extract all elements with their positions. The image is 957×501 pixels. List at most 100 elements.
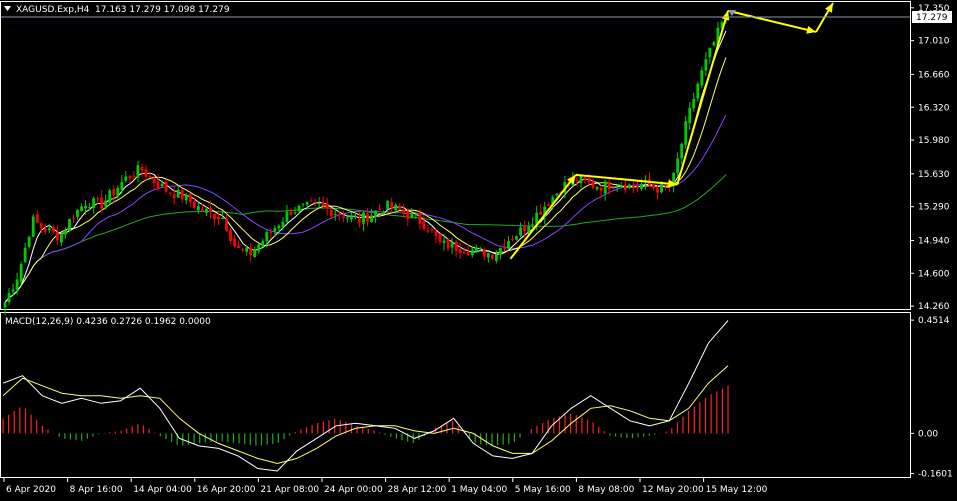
- candle-body: [43, 228, 47, 232]
- candle-body: [482, 249, 486, 257]
- candle-body: [132, 175, 136, 177]
- candle-body: [398, 206, 402, 210]
- ma-slow-line: [4, 114, 727, 303]
- forecast-segment: [727, 9, 817, 33]
- candle-body: [627, 184, 631, 188]
- time-tick-label: 21 Apr 08:00: [260, 485, 319, 495]
- time-tick-label: 1 May 04:00: [451, 485, 507, 495]
- symbol-info: XAGUSD.Exp,H4 17.163 17.279 17.098 17.27…: [16, 5, 230, 15]
- candle-body: [358, 218, 361, 223]
- candle-body: [59, 233, 63, 243]
- candle-body: [486, 253, 490, 258]
- candle-body: [180, 190, 184, 200]
- candle-body: [309, 200, 313, 202]
- time-tick-label: 8 May 08:00: [578, 485, 634, 495]
- candle-body: [523, 226, 527, 232]
- candle-body: [366, 213, 369, 222]
- candle-body: [454, 241, 458, 251]
- candle-body: [112, 189, 116, 195]
- candle-body: [273, 228, 277, 232]
- chart-canvas[interactable]: 17.35017.01016.66016.32015.98015.63015.2…: [0, 0, 957, 497]
- candle-body: [382, 211, 386, 213]
- candle-body: [297, 205, 301, 212]
- candle-body: [325, 203, 329, 209]
- candle-body: [406, 210, 410, 219]
- candle-body: [430, 229, 434, 231]
- candle-body: [386, 200, 390, 210]
- price-panel-frame: [0, 1, 911, 310]
- candle-body: [652, 184, 655, 188]
- candle-body: [450, 242, 454, 248]
- candle-body: [684, 121, 688, 145]
- candle-body: [76, 209, 79, 217]
- candle-body: [19, 264, 23, 282]
- candle-body: [116, 187, 120, 196]
- candle-body: [680, 143, 684, 159]
- candle-body: [607, 182, 611, 190]
- candle-body: [321, 202, 325, 206]
- time-tick-label: 16 Apr 20:00: [197, 485, 256, 495]
- current-price-label: 17.279: [916, 13, 948, 23]
- candlestick-series: [3, 13, 728, 315]
- candle-body: [47, 228, 51, 230]
- candle-body: [494, 254, 498, 261]
- candle-body: [374, 210, 377, 218]
- candle-body: [152, 178, 156, 183]
- candle-body: [378, 208, 382, 210]
- candle-body: [402, 209, 406, 214]
- candle-body: [35, 214, 39, 223]
- candle-body: [100, 197, 104, 209]
- candle-body: [390, 201, 394, 209]
- candle-body: [196, 206, 200, 211]
- candle-body: [140, 166, 144, 171]
- candle-body: [15, 279, 19, 290]
- candle-body: [664, 184, 667, 186]
- trading-chart[interactable]: 17.350 17.010 16.660 16.320 15.980 15.630 15.2…: [0, 0, 957, 497]
- candle-body: [458, 249, 462, 253]
- forecast-segment: [575, 173, 678, 186]
- candle-body: [499, 248, 502, 255]
- candle-body: [539, 211, 543, 215]
- candle-body: [172, 194, 176, 199]
- candle-body: [490, 254, 494, 259]
- candle-body: [623, 184, 627, 190]
- candle-body: [700, 70, 704, 86]
- macd-tick-label: -0.1601: [918, 470, 953, 480]
- forecast-segment: [509, 174, 577, 260]
- candle-body: [221, 217, 224, 219]
- candle-body: [204, 208, 208, 213]
- candle-body: [120, 182, 124, 190]
- candle-body: [555, 193, 559, 196]
- candle-body: [507, 241, 510, 249]
- triangle-down-icon[interactable]: [4, 6, 11, 11]
- candle-body: [72, 217, 75, 219]
- candle-body: [426, 230, 430, 232]
- candle-body: [176, 189, 180, 198]
- forecast-arrows: [509, 2, 834, 260]
- arrow-head-icon: [721, 10, 730, 21]
- candle-body: [676, 158, 680, 173]
- macd-main-line: [2, 320, 729, 472]
- price-tick-label: 16.660: [918, 70, 950, 80]
- candle-body: [51, 226, 55, 232]
- candle-body: [527, 226, 531, 232]
- candle-body: [241, 249, 245, 251]
- macd-signal-line: [2, 365, 729, 465]
- candle-body: [237, 245, 241, 248]
- candle-body: [289, 211, 293, 215]
- candle-body: [639, 184, 643, 189]
- candle-body: [128, 176, 132, 178]
- time-axis: 6 Apr 2020 8 Apr 16:00 14 Apr 04:00 16 Apr …: [3, 478, 768, 495]
- candle-body: [349, 215, 353, 220]
- candle-body: [188, 194, 192, 203]
- candle-body: [354, 216, 357, 218]
- time-tick-label: 24 Apr 00:00: [324, 485, 383, 495]
- candle-body: [422, 221, 426, 229]
- candle-body: [7, 292, 11, 303]
- macd-histogram: [2, 385, 729, 446]
- candle-body: [27, 236, 31, 247]
- candle-body: [692, 98, 696, 109]
- candle-body: [394, 204, 398, 211]
- price-tick-label: 15.290: [918, 203, 950, 213]
- candle-body: [96, 198, 100, 200]
